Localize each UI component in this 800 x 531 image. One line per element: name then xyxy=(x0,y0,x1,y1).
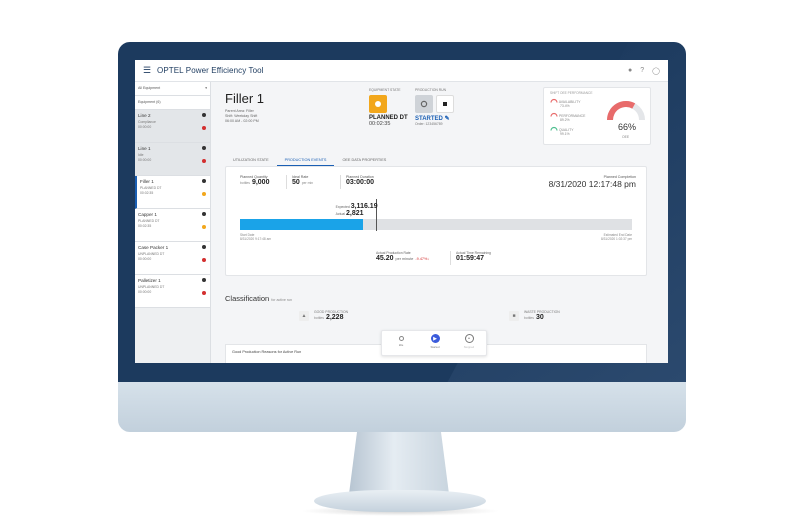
sidebar-item[interactable]: Filler 1 PLANNED DT 00:02:35 xyxy=(135,176,210,209)
tab-oee-data-properties[interactable]: OEE DATA PROPERTIES xyxy=(334,156,394,166)
monitor-stand-foot xyxy=(314,490,486,512)
step-started[interactable]: ▶ Started xyxy=(422,334,448,349)
monitor-stand-neck xyxy=(349,432,449,494)
production-card: Planned Quantity bottles 9,000 Ideal Rat… xyxy=(225,166,647,276)
gear-icon[interactable] xyxy=(415,95,433,113)
oee-gauge-card: SHIFT OEE PERFORMANCE AVAILABILITY 73.4% … xyxy=(543,87,651,145)
account-icon[interactable]: ◯ xyxy=(652,67,660,75)
sidebar-item-time: 00:00:00 xyxy=(138,257,152,261)
edit-icon[interactable]: ✎ xyxy=(445,116,450,122)
help-icon[interactable]: ? xyxy=(640,67,644,75)
sidebar-item-name: Palletizer 1 xyxy=(138,278,161,283)
equipment-count-select[interactable]: Equipment (6) xyxy=(135,96,210,110)
sidebar-item-state: Idle xyxy=(138,153,144,157)
progress-fill xyxy=(240,219,364,230)
equipment-sidebar: All Equipment ▾ Equipment (6) Line 2 Compl… xyxy=(135,82,211,363)
status-dot xyxy=(202,225,206,229)
status-icon xyxy=(202,278,206,282)
planned-dt-icon xyxy=(369,95,387,113)
step-idle[interactable]: Idle xyxy=(388,334,414,347)
sidebar-item[interactable]: Line 1 Idle 00:00:00 xyxy=(135,143,210,176)
sidebar-item-time: 00:02:35 xyxy=(140,191,154,195)
status-dot xyxy=(202,258,206,262)
app-bar: ☰ OPTEL Power Efficiency Tool ● ? ◯ xyxy=(135,60,668,82)
status-icon xyxy=(202,113,206,117)
chevron-down-icon: ▾ xyxy=(205,86,207,90)
sidebar-item-time: 00:00:00 xyxy=(138,158,152,162)
monitor-scene: ☰ OPTEL Power Efficiency Tool ● ? ◯ All … xyxy=(0,0,800,531)
sidebar-item[interactable]: Line 2 Compliance 00:00:00 xyxy=(135,110,210,143)
tab-utilization-state[interactable]: UTILIZATION STATE xyxy=(225,156,277,166)
status-icon xyxy=(202,212,206,216)
equipment-filter-select[interactable]: All Equipment ▾ xyxy=(135,82,210,96)
sidebar-item-time: 00:00:00 xyxy=(138,290,152,294)
oee-gauge xyxy=(607,101,645,121)
step-stopped[interactable]: • Stopped xyxy=(456,334,482,349)
play-icon: ▶ xyxy=(430,334,440,343)
sidebar-item-state: UNPLANNED DT xyxy=(138,252,165,256)
stop-button[interactable] xyxy=(436,95,454,113)
status-icon xyxy=(202,245,206,249)
oee-value: 66% xyxy=(618,122,637,132)
actual-production-rate: Actual Production Rate 45.20 per minute … xyxy=(376,251,430,262)
menu-icon[interactable]: ☰ xyxy=(143,65,157,76)
classification-heading: Classification for active run xyxy=(225,294,293,303)
equipment-state: EQUIPMENT STATE PLANNED DT 00:02:35 xyxy=(369,88,408,127)
sidebar-item[interactable]: Palletizer 1 UNPLANNED DT 00:00:00 xyxy=(135,275,210,308)
production-run: PRODUCTION RUN STARTED ✎ Order: 12345678… xyxy=(415,88,454,126)
production-progress-bar: Expected 3,116.19 Actual 2,821 xyxy=(240,199,632,231)
planned-completion: Planned Completion 8/31/2020 12:17:48 pm xyxy=(548,175,636,189)
status-dot xyxy=(202,192,206,196)
app-title: OPTEL Power Efficiency Tool xyxy=(157,66,264,75)
sidebar-item-name: Case Packer 1 xyxy=(138,245,169,250)
clock-icon: • xyxy=(464,334,474,343)
performance-gauge-icon xyxy=(550,112,558,117)
sidebar-item-time: 00:02:35 xyxy=(138,224,152,228)
trend-down-icon: ↓ xyxy=(427,257,430,261)
availability-gauge-icon xyxy=(550,98,558,103)
monitor-chin xyxy=(118,382,686,432)
status-dot xyxy=(202,159,206,163)
sidebar-item-name: Capper 1 xyxy=(138,212,157,217)
status-dot xyxy=(202,291,206,295)
sidebar-item[interactable]: Case Packer 1 UNPLANNED DT 00:00:00 xyxy=(135,242,210,275)
sidebar-item-time: 00:00:00 xyxy=(138,125,152,129)
ideal-rate: Ideal Rate 50 per min xyxy=(292,175,314,186)
planned-duration: Planned Duration 03:00:00 xyxy=(346,175,375,186)
sidebar-item-state: PLANNED DT xyxy=(138,219,160,223)
sidebar-item[interactable]: Capper 1 PLANNED DT 00:02:35 xyxy=(135,209,210,242)
sidebar-item-state: Compliance xyxy=(138,120,156,124)
equipment-meta: Parent Area: Filler Shift: Weekday Shift… xyxy=(225,109,259,123)
thumbs-up-icon: ▲ xyxy=(299,310,309,321)
tab-bar: UTILIZATION STATE PRODUCTION EVENTS OEE … xyxy=(225,156,647,166)
planned-quantity: Planned Quantity bottles 9,000 xyxy=(240,175,270,186)
status-dot xyxy=(202,126,206,130)
trash-icon: ■ xyxy=(509,310,519,321)
run-state-stepper: Idle ▶ Started • Stopped xyxy=(381,330,487,356)
sidebar-item-state: PLANNED DT xyxy=(140,186,162,190)
main-content: Filler 1 Parent Area: Filler Shift: Week… xyxy=(213,82,668,363)
sidebar-item-name: Filler 1 xyxy=(140,179,154,184)
page-title: Filler 1 xyxy=(225,91,265,106)
app-screen: ☰ OPTEL Power Efficiency Tool ● ? ◯ All … xyxy=(135,60,668,363)
status-icon xyxy=(202,179,206,183)
time-remaining: Actual Time Remaining 01:59:47 xyxy=(456,251,491,262)
sidebar-item-state: UNPLANNED DT xyxy=(138,285,165,289)
quality-gauge-icon xyxy=(550,126,558,131)
bell-icon[interactable]: ● xyxy=(628,67,632,75)
tab-production-events[interactable]: PRODUCTION EVENTS xyxy=(276,156,335,166)
status-icon xyxy=(202,146,206,150)
waste-production: ■ WASTE PRODUCTION bottles 30 xyxy=(509,310,560,321)
good-production: ▲ GOOD PRODUCTION bottles 2,228 xyxy=(299,310,348,321)
sidebar-item-name: Line 1 xyxy=(138,146,151,151)
sidebar-item-name: Line 2 xyxy=(138,113,151,118)
